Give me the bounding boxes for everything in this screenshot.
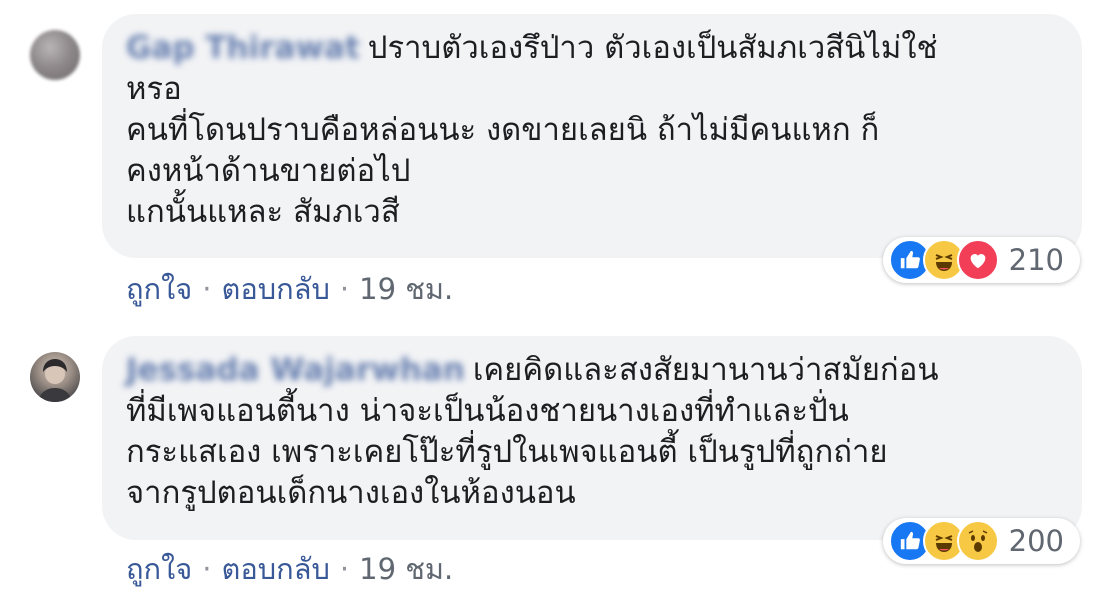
love-icon <box>956 239 999 281</box>
like-button[interactable]: ถูกใจ <box>126 546 192 592</box>
reaction-summary[interactable]: 200 <box>882 518 1080 564</box>
reply-button[interactable]: ตอบกลับ <box>222 266 330 312</box>
reaction-count: 200 <box>1008 524 1064 558</box>
comment-bubble: Jessada Wajarwhan เคยคิดและสงสัยมานานว่าส… <box>102 336 1082 540</box>
separator: · <box>339 552 350 586</box>
comment-actions: ถูกใจ · ตอบกลับ · 19 ชม. <box>126 266 453 312</box>
timestamp[interactable]: 19 ชม. <box>359 266 453 312</box>
avatar[interactable] <box>30 352 80 402</box>
avatar[interactable] <box>30 30 80 80</box>
comment-text: Gap Thirawat ปราบตัวเองรึป่าว ตัวเองเป็นส… <box>126 28 1054 233</box>
comment-author[interactable]: Jessada Wajarwhan <box>126 352 465 388</box>
wow-icon <box>956 520 999 562</box>
separator: · <box>339 272 350 306</box>
reaction-count: 210 <box>1008 243 1064 277</box>
separator: · <box>202 552 212 586</box>
separator: · <box>202 272 212 306</box>
timestamp[interactable]: 19 ชม. <box>359 546 453 592</box>
comment-bubble: Gap Thirawat ปราบตัวเองรึป่าว ตัวเองเป็นส… <box>102 14 1082 258</box>
like-button[interactable]: ถูกใจ <box>126 266 192 312</box>
avatar-image <box>38 359 72 402</box>
comment-actions: ถูกใจ · ตอบกลับ · 19 ชม. <box>126 546 453 592</box>
comment-text: Jessada Wajarwhan เคยคิดและสงสัยมานานว่าส… <box>126 350 1054 514</box>
comment-author[interactable]: Gap Thirawat <box>126 30 360 66</box>
reply-button[interactable]: ตอบกลับ <box>222 546 330 592</box>
reaction-summary[interactable]: 210 <box>882 237 1080 283</box>
